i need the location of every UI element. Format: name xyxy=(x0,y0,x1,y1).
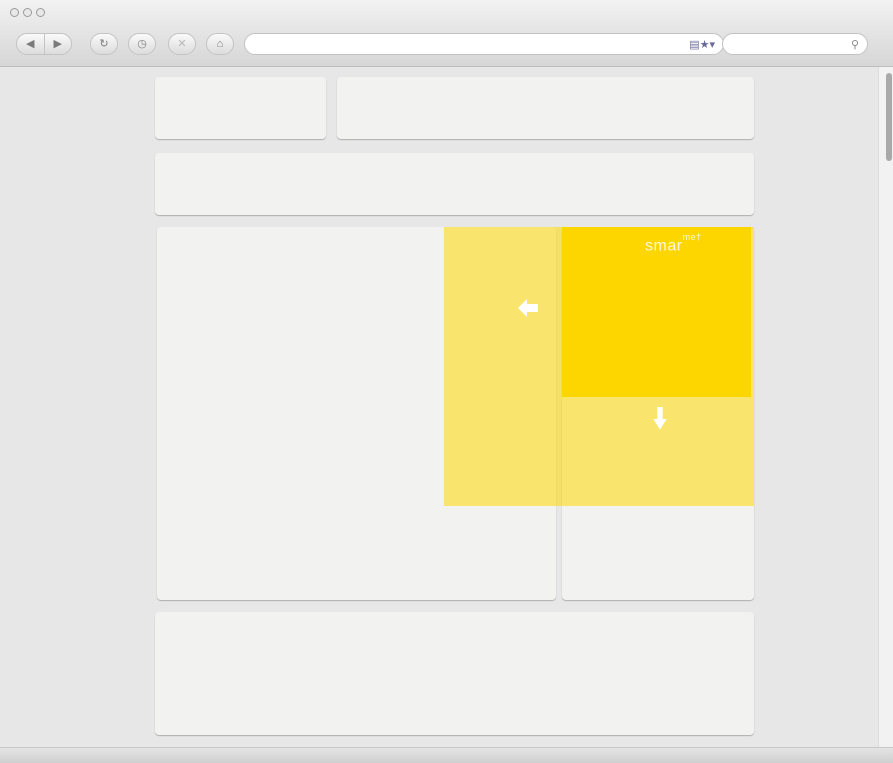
brand-superscript: me† xyxy=(682,232,702,242)
minimize-window-icon[interactable] xyxy=(23,8,32,17)
brand-logo: smarme† xyxy=(645,232,702,255)
arrow-left-icon xyxy=(518,299,538,317)
stop-icon: ✕ xyxy=(177,37,187,50)
reload-icon: ↻ xyxy=(99,37,109,50)
arrow-down-icon xyxy=(653,407,667,430)
forward-icon: ▶ xyxy=(53,37,62,50)
close-window-icon[interactable] xyxy=(10,8,19,17)
back-forward-group: ◀ ▶ xyxy=(16,33,72,55)
window-controls xyxy=(10,8,45,17)
scrollbar-thumb[interactable] xyxy=(886,73,892,161)
reload-button[interactable]: ↻ xyxy=(90,33,118,55)
stop-button[interactable]: ✕ xyxy=(168,33,196,55)
brand-text: smar xyxy=(645,237,683,255)
back-button[interactable]: ◀ xyxy=(17,34,44,54)
bookmark-star-icon[interactable]: ▤★▾ xyxy=(689,38,715,51)
zoom-window-icon[interactable] xyxy=(36,8,45,17)
vertical-scrollbar[interactable] xyxy=(878,67,893,747)
browser-toolbar: ◀ ▶ ↻ ◷ ✕ ⌂ ▤★▾ ⚲ xyxy=(16,33,876,55)
back-icon: ◀ xyxy=(26,37,35,50)
forward-button[interactable]: ▶ xyxy=(43,34,72,54)
footer-box xyxy=(155,612,754,735)
browser-titlebar: ◀ ▶ ↻ ◷ ✕ ⌂ ▤★▾ ⚲ xyxy=(0,0,893,67)
navigation-box xyxy=(155,153,754,215)
history-button[interactable]: ◷ xyxy=(128,33,156,55)
clock-icon: ◷ xyxy=(137,37,147,50)
browser-statusbar xyxy=(0,747,893,763)
home-icon: ⌂ xyxy=(216,37,224,50)
header-banner-box xyxy=(337,77,754,139)
search-icon: ⚲ xyxy=(850,38,859,51)
home-button[interactable]: ⌂ xyxy=(206,33,234,55)
address-bar[interactable]: ▤★▾ xyxy=(244,33,724,55)
header-logo-box xyxy=(155,77,326,139)
search-field[interactable]: ⚲ xyxy=(722,33,868,55)
